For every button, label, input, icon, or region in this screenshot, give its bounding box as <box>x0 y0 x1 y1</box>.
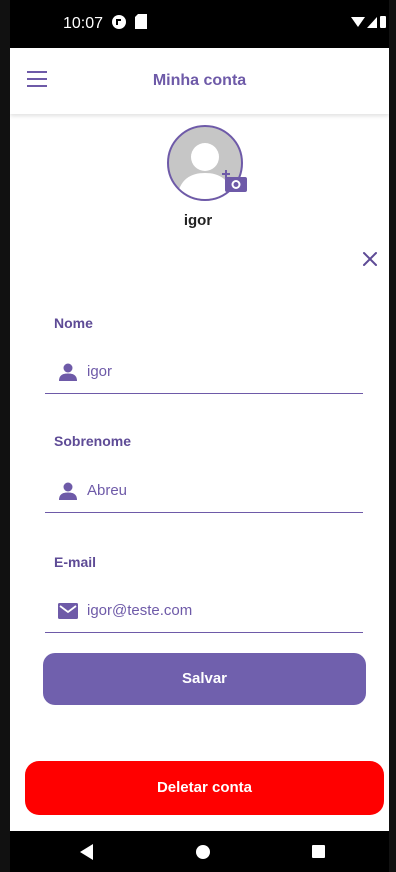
device-frame-right <box>389 0 396 872</box>
mail-icon <box>58 603 78 619</box>
system-nav-bar <box>0 831 396 872</box>
person-icon <box>59 363 77 381</box>
avatar-upload[interactable] <box>167 125 247 205</box>
email-input[interactable] <box>87 598 347 622</box>
home-icon[interactable] <box>196 845 210 859</box>
person-icon <box>59 482 77 500</box>
page-title: Minha conta <box>152 72 247 89</box>
save-button[interactable]: Salvar <box>43 653 366 705</box>
app-bar: Minha conta <box>10 48 389 114</box>
device-frame-left <box>0 0 10 872</box>
email-field[interactable] <box>45 588 363 633</box>
sobrenome-input[interactable] <box>87 478 347 502</box>
profile-username: igor <box>183 212 213 229</box>
recent-apps-icon[interactable] <box>312 845 325 858</box>
status-bar: 10:07 <box>0 0 396 48</box>
status-time: 10:07 <box>63 15 104 32</box>
nome-field[interactable] <box>45 349 363 394</box>
delete-account-button[interactable]: Deletar conta <box>25 761 384 815</box>
sobrenome-field[interactable] <box>45 468 363 513</box>
nome-input[interactable] <box>87 359 347 383</box>
signal-battery-icon <box>351 16 386 28</box>
email-label: E-mail <box>54 554 97 570</box>
add-photo-icon[interactable] <box>222 169 248 193</box>
sd-card-icon <box>135 14 147 29</box>
nome-label: Nome <box>54 315 93 331</box>
sobrenome-label: Sobrenome <box>54 433 132 449</box>
close-icon[interactable] <box>362 251 378 267</box>
back-icon[interactable] <box>80 844 94 860</box>
notification-icon <box>112 15 126 29</box>
